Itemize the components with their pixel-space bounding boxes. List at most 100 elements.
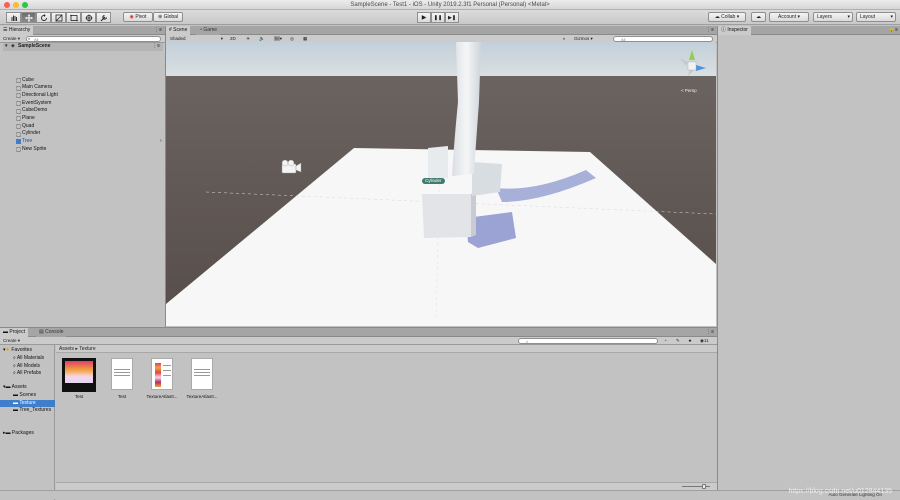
- breadcrumb-assets[interactable]: Assets: [59, 346, 74, 352]
- asset-folder-item[interactable]: ▬ Texture: [13, 400, 36, 408]
- move-arrows-icon: [24, 13, 33, 22]
- hierarchy-item[interactable]: Cube: [22, 77, 34, 85]
- scene-render: [166, 42, 716, 326]
- asset-label: Test: [117, 394, 127, 399]
- collab-label: Collab ▾: [721, 14, 740, 20]
- packages-row[interactable]: ▸▬ Packages: [3, 430, 34, 438]
- favorite-item[interactable]: ⌕ All Materials: [13, 355, 44, 363]
- favorite-item[interactable]: ⌕ All Prefabs: [13, 370, 41, 378]
- tab-console[interactable]: ▤ Console: [36, 328, 67, 337]
- expand-arrow-icon[interactable]: ›: [160, 138, 162, 144]
- project-footer: [56, 482, 717, 490]
- folder-icon: ▬: [5, 430, 11, 436]
- transform-tool-button[interactable]: [81, 12, 96, 23]
- tab-inspector[interactable]: ⓘ Inspector: [718, 26, 751, 35]
- favorite-search-icon[interactable]: ★: [688, 338, 692, 344]
- title-bar: SampleScene - Test1 - iOS - Unity 2019.2…: [0, 0, 900, 10]
- pause-icon: ❚❚: [433, 14, 443, 21]
- persp-label[interactable]: < Persp: [681, 88, 697, 93]
- move-tool-button[interactable]: [21, 12, 36, 23]
- search-by-label-icon[interactable]: ✎: [676, 338, 680, 344]
- tab-project[interactable]: ▬ Project: [0, 328, 28, 337]
- rotate-icon: [40, 13, 47, 21]
- hierarchy-item[interactable]: Cylinder: [22, 130, 40, 138]
- text-file-icon: [191, 358, 213, 390]
- tab-scene[interactable]: # Scene: [166, 26, 191, 35]
- layers-dropdown[interactable]: Layers ▾: [813, 12, 853, 22]
- star-icon: ★: [5, 347, 10, 353]
- cloud-check-icon: ☁: [714, 14, 720, 20]
- favorite-label: All Materials: [16, 355, 45, 361]
- hierarchy-toolbar: Create ▾ All ⌕: [0, 35, 165, 43]
- gameobject-cube-icon: [15, 146, 22, 153]
- hierarchy-item[interactable]: CubeDemo: [22, 107, 47, 115]
- scale-icon: [55, 14, 62, 21]
- scene-viewport[interactable]: < Persp Cylinder: [166, 42, 716, 326]
- hierarchy-item[interactable]: Main Camera: [22, 84, 52, 92]
- tab-game[interactable]: ◔ Game: [196, 26, 221, 35]
- favorite-label: All Prefabs: [16, 370, 42, 377]
- hierarchy-item[interactable]: Plane: [22, 115, 35, 123]
- search-placeholder: All: [34, 37, 39, 42]
- gameobject-cube-icon: [15, 77, 22, 84]
- layout-dropdown[interactable]: Layout ▾: [856, 12, 896, 22]
- scale-tool-button[interactable]: [51, 12, 66, 23]
- panel-menu-icon[interactable]: ⋮≡: [706, 328, 714, 337]
- project-search-input[interactable]: ⌕: [518, 338, 658, 344]
- search-by-type-icon[interactable]: ◔: [664, 338, 667, 344]
- asset-folder-item[interactable]: ▬ Tree_Textures: [13, 407, 51, 415]
- lock-icon[interactable]: 🔒≡: [889, 26, 898, 35]
- main-toolbar: ◉ Pivot ⊕ Global ▶ ❚❚ ▶❚ ☁ Collab ▾ ☁ Ac…: [0, 10, 900, 25]
- create-dropdown[interactable]: Create ▾: [3, 338, 20, 344]
- global-toggle[interactable]: ⊕ Global: [153, 12, 183, 22]
- play-button[interactable]: ▶: [417, 12, 431, 23]
- project-toolbar: Create ▾ ⌕ ◔ ✎ ★ ◉11: [0, 337, 717, 345]
- panel-menu-icon[interactable]: ⋮≡: [154, 26, 162, 35]
- favorite-label: All Models: [16, 362, 40, 369]
- hierarchy-item[interactable]: Directional Light: [22, 92, 58, 100]
- slider-thumb[interactable]: [702, 484, 706, 489]
- hierarchy-item[interactable]: Tree: [22, 138, 32, 146]
- assets-row[interactable]: ▾▬ Assets: [3, 384, 27, 392]
- collab-dropdown[interactable]: ☁ Collab ▾: [708, 12, 746, 22]
- hierarchy-search-input[interactable]: All: [26, 36, 161, 42]
- chevron-down-icon: ▾: [890, 14, 893, 20]
- tab-hierarchy[interactable]: ☰ Hierarchy: [0, 26, 34, 35]
- favorites-row[interactable]: ▾★ Favorites: [3, 347, 32, 355]
- pivot-toggle[interactable]: ◉ Pivot: [123, 12, 153, 22]
- asset-folder-item[interactable]: ▬ Scenes: [13, 392, 36, 400]
- pacman-icon: ◔: [199, 27, 203, 33]
- folder-icon: ▬: [5, 384, 11, 390]
- scene-row[interactable]: ▾ ◈ SampleScene ⋮≡: [3, 43, 163, 51]
- hidden-packages-icon[interactable]: ◉11: [700, 338, 709, 344]
- rotate-tool-button[interactable]: [36, 12, 51, 23]
- gameobject-cube-icon: [15, 100, 22, 107]
- custom-tool-button[interactable]: [96, 12, 111, 23]
- pause-button[interactable]: ❚❚: [431, 12, 445, 23]
- hierarchy-item[interactable]: Quad: [22, 123, 34, 131]
- project-tab-label: Project: [9, 329, 25, 335]
- rect-transform-icon: [69, 14, 78, 21]
- hierarchy-item[interactable]: New Sprite: [22, 146, 46, 154]
- account-dropdown[interactable]: Account ▾: [769, 12, 809, 22]
- asset-label: TextureAtlasIt...: [146, 394, 178, 399]
- search-icon: ⌕: [526, 339, 529, 344]
- inspector-panel: ⓘ Inspector 🔒≡: [717, 26, 900, 499]
- step-button[interactable]: ▶❚: [445, 12, 459, 23]
- text-file-icon: [111, 358, 133, 390]
- folder-icon: ▬: [3, 329, 8, 335]
- breadcrumb-texture[interactable]: Texture: [79, 346, 95, 352]
- favorite-item[interactable]: ⌕ All Models: [13, 363, 40, 371]
- inspector-tab-label: Inspector: [727, 27, 748, 33]
- create-dropdown[interactable]: Create ▾: [3, 36, 20, 42]
- wrench-icon: [100, 14, 107, 21]
- panel-menu-icon[interactable]: ⋮≡: [706, 26, 714, 35]
- services-button[interactable]: ☁: [751, 12, 766, 22]
- scene-menu-icon[interactable]: ⋮≡: [152, 43, 160, 51]
- step-icon: ▶❚: [447, 14, 457, 21]
- hierarchy-item[interactable]: EventSystem: [22, 100, 51, 108]
- hand-tool-button[interactable]: [6, 12, 21, 23]
- layout-label: Layout: [860, 14, 876, 20]
- rect-tool-button[interactable]: [66, 12, 81, 23]
- folder-label: Tree_Textures: [19, 407, 52, 414]
